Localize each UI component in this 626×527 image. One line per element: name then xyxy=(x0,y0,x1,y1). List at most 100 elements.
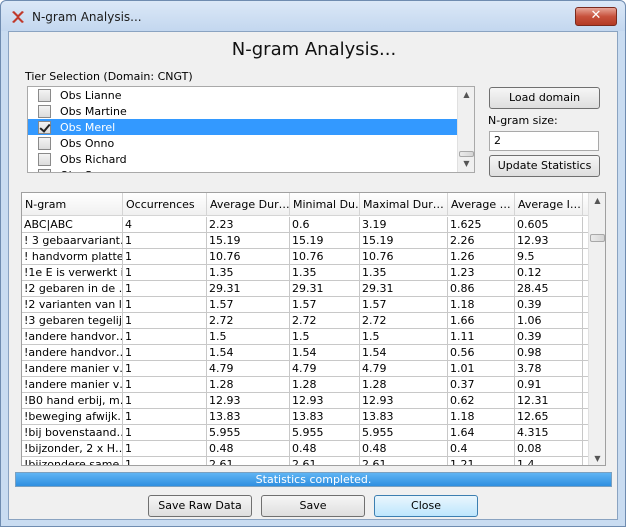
table-cell: 4.315 xyxy=(515,425,583,441)
ngram-table[interactable]: N-gram Occurrences Average Dur… Minimal Du…… xyxy=(21,192,606,466)
table-cell: 1 xyxy=(123,281,207,297)
table-header: N-gram Occurrences Average Dur… Minimal Du…… xyxy=(22,193,590,216)
table-row[interactable]: !andere handvor… 1 1.54 1.54 1.54 0.56 0.98 xyxy=(22,345,590,361)
table-row[interactable]: !2 gebaren in de … 1 29.31 29.31 29.31 0.86 28… xyxy=(22,281,590,297)
table-cell: 1 xyxy=(123,265,207,281)
table-row[interactable]: !bijzonder, 2 x H… 1 0.48 0.48 0.48 0.4 0.08 xyxy=(22,441,590,457)
tier-list-scrollbar[interactable]: ▲ ▼ xyxy=(457,87,474,172)
scroll-down-icon[interactable]: ▼ xyxy=(589,451,605,465)
tier-item[interactable]: Obs Merel xyxy=(28,119,458,135)
scroll-up-icon[interactable]: ▲ xyxy=(458,87,474,103)
column-header[interactable]: Minimal Du… xyxy=(290,193,360,216)
scroll-up-icon[interactable]: ▲ xyxy=(589,193,605,209)
table-cell: 5.955 xyxy=(207,425,290,441)
table-cell: 0.39 xyxy=(515,329,583,345)
table-cell: 10.76 xyxy=(290,249,360,265)
table-cell: 1 xyxy=(123,313,207,329)
table-cell: 1.5 xyxy=(360,329,448,345)
table-row[interactable]: ABC|ABC 4 2.23 0.6 3.19 1.625 0.605 xyxy=(22,217,590,233)
table-cell: 1 xyxy=(123,233,207,249)
table-cell: 1.11 xyxy=(448,329,515,345)
table-row[interactable]: ! 3 gebaarvariant… 1 15.19 15.19 15.19 2.26 12… xyxy=(22,233,590,249)
table-cell: 0.62 xyxy=(448,393,515,409)
table-cell: 28.45 xyxy=(515,281,583,297)
table-cell: 1 xyxy=(123,377,207,393)
table-row[interactable]: !B0 hand erbij, m… 1 12.93 12.93 12.93 0.62 12… xyxy=(22,393,590,409)
table-cell: !bijzondere same… xyxy=(22,457,123,465)
tier-checkbox[interactable] xyxy=(38,89,51,102)
table-cell: 0.48 xyxy=(360,441,448,457)
table-cell: !beweging afwijk… xyxy=(24,409,123,425)
save-button[interactable]: Save xyxy=(261,495,365,517)
table-cell: 2.72 xyxy=(360,313,448,329)
tier-item[interactable]: Obs Lianne xyxy=(28,87,458,103)
table-row[interactable]: !3 gebaren tegelij… 1 2.72 2.72 2.72 1.66 1.06 xyxy=(22,313,590,329)
tier-item[interactable]: Obs Onno xyxy=(28,135,458,151)
app-icon xyxy=(12,11,24,23)
scroll-thumb[interactable] xyxy=(590,234,605,242)
table-row[interactable]: !andere handvor… 1 1.5 1.5 1.5 1.11 0.39 xyxy=(22,329,590,345)
column-header[interactable]: Average I… xyxy=(515,193,583,216)
update-statistics-button[interactable]: Update Statistics xyxy=(489,155,600,177)
table-cell: 1.21 xyxy=(448,457,515,465)
tier-checkbox[interactable] xyxy=(38,105,51,118)
table-row[interactable]: !2 varianten van l… 1 1.57 1.57 1.57 1.18 0.39 xyxy=(22,297,590,313)
tier-checkbox[interactable] xyxy=(38,137,51,150)
table-row[interactable]: !andere manier v… 1 4.79 4.79 4.79 1.01 3.78 xyxy=(22,361,590,377)
load-domain-button[interactable]: Load domain xyxy=(489,87,600,109)
table-cell: 3.19 xyxy=(360,217,448,233)
table-row[interactable]: !beweging afwijk… 1 13.83 13.83 13.83 1.18 12.… xyxy=(22,409,590,425)
tier-item[interactable]: Obs Richard xyxy=(28,151,458,167)
table-cell: !B0 hand erbij, m… xyxy=(24,393,123,409)
tier-list[interactable]: Obs Lianne Obs Martine Obs Merel Obs Onno Ob… xyxy=(27,86,475,173)
table-cell: ! handvorm platte… xyxy=(24,249,123,265)
window-close-button[interactable]: ✕ xyxy=(575,7,617,26)
table-cell: 1.66 xyxy=(448,313,515,329)
column-header[interactable]: Maximal Dur… xyxy=(360,193,448,216)
table-cell: 12.65 xyxy=(515,409,583,425)
table-row[interactable]: !1e E is verwerkt i…11.351.351.351.230.1… xyxy=(22,265,590,281)
table-cell: 13.83 xyxy=(207,409,290,425)
table-cell: 1 xyxy=(123,409,207,425)
table-cell: 1.28 xyxy=(360,377,448,393)
table-row[interactable]: ! handvorm platte…110.7610.7610.761.269.… xyxy=(22,249,590,265)
scroll-down-icon[interactable]: ▼ xyxy=(458,156,474,172)
table-cell: 29.31 xyxy=(207,281,290,297)
table-cell: 13.83 xyxy=(360,409,448,425)
column-header[interactable]: N-gram xyxy=(22,193,123,216)
table-cell: 1.35 xyxy=(290,265,360,281)
table-row[interactable]: !andere manier v… 1 1.28 1.28 1.28 0.37 0.91 xyxy=(22,377,590,393)
table-cell: 4 xyxy=(123,217,207,233)
table-cell: 0.48 xyxy=(207,441,290,457)
table-row[interactable]: !bijzondere same… 1 2.61 2.61 2.61 1.21 1.4 xyxy=(22,457,590,465)
tier-checkbox[interactable] xyxy=(38,153,51,166)
table-cell: 12.93 xyxy=(207,393,290,409)
save-raw-data-button[interactable]: Save Raw Data xyxy=(148,495,252,517)
table-cell: 1 xyxy=(123,329,207,345)
column-header[interactable]: Average Dur… xyxy=(207,193,290,216)
table-cell: 1.57 xyxy=(290,297,360,313)
close-button[interactable]: Close xyxy=(374,495,478,517)
window-title: N-gram Analysis... xyxy=(32,10,142,24)
table-cell: 2.26 xyxy=(448,233,515,249)
table-cell: 0.37 xyxy=(448,377,515,393)
tier-item[interactable]: Obs Sven xyxy=(28,167,458,172)
tier-checkbox[interactable] xyxy=(38,169,51,172)
tier-item-label: Obs Onno xyxy=(60,137,115,150)
table-cell: 0.12 xyxy=(515,265,583,281)
ngram-size-input[interactable]: 2 xyxy=(489,131,599,151)
tier-item-label: Obs Merel xyxy=(60,121,116,134)
table-cell: 12.93 xyxy=(290,393,360,409)
table-cell: 4.79 xyxy=(360,361,448,377)
table-cell: 1.01 xyxy=(448,361,515,377)
column-header[interactable]: Occurrences xyxy=(123,193,207,216)
tier-checkbox[interactable] xyxy=(38,121,51,134)
column-header[interactable]: Average … xyxy=(448,193,515,216)
tier-item[interactable]: Obs Martine xyxy=(28,103,458,119)
table-cell: 0.39 xyxy=(515,297,583,313)
table-row[interactable]: !bij bovenstaand… 1 5.955 5.955 5.955 1.64 4.3… xyxy=(22,425,590,441)
table-scrollbar[interactable]: ▲ ▼ xyxy=(588,193,605,465)
table-cell: 1 xyxy=(123,393,207,409)
table-cell: !1e E is verwerkt i… xyxy=(22,265,123,281)
table-cell: 1.57 xyxy=(360,297,448,313)
